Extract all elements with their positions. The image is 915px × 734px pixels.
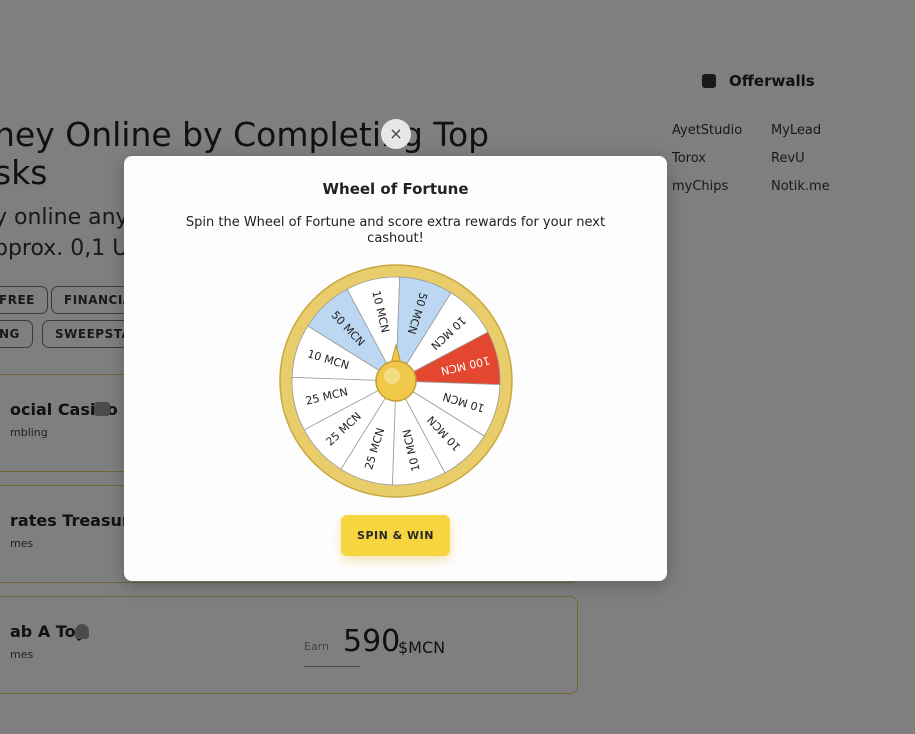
wheel-hub-highlight xyxy=(384,368,400,384)
modal-description: Spin the Wheel of Fortune and score extr… xyxy=(185,215,606,246)
prize-wheel[interactable]: 10 MCN50 MCN 10 MCN 50 MCN10 MCN100 MCN10 … xyxy=(279,264,513,498)
wheel-of-fortune-modal: Wheel of Fortune Spin the Wheel of Fortu… xyxy=(124,156,667,581)
close-icon[interactable]: × xyxy=(381,119,411,149)
spin-and-win-button[interactable]: SPIN & WIN xyxy=(341,515,450,556)
modal-title: Wheel of Fortune xyxy=(322,180,469,198)
